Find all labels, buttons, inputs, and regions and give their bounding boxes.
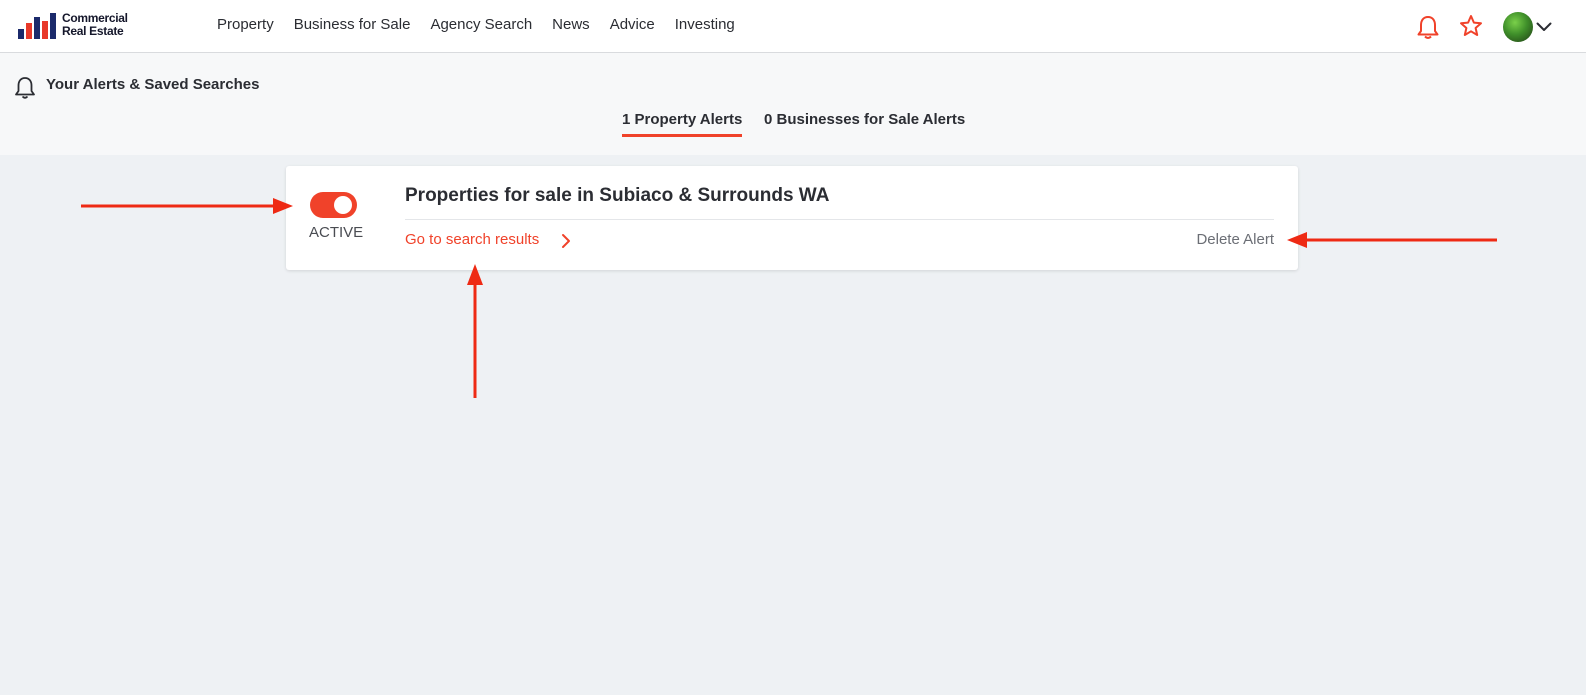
divider — [405, 219, 1274, 220]
nav-advice[interactable]: Advice — [610, 16, 655, 33]
go-to-search-results-link[interactable]: Go to search results — [405, 231, 539, 248]
delete-alert-button[interactable]: Delete Alert — [1196, 231, 1274, 248]
nav-property[interactable]: Property — [217, 16, 274, 33]
nav-investing[interactable]: Investing — [675, 16, 735, 33]
chevron-down-icon[interactable] — [1536, 20, 1552, 38]
alert-active-toggle[interactable] — [310, 192, 357, 218]
toggle-knob — [334, 196, 352, 214]
chevron-right-icon[interactable] — [561, 233, 571, 254]
annotation-arrow-delete — [1287, 232, 1497, 248]
nav-business-for-sale[interactable]: Business for Sale — [294, 16, 411, 33]
alert-card: ACTIVE Properties for sale in Subiaco & … — [286, 166, 1298, 270]
star-icon[interactable] — [1459, 14, 1483, 43]
alert-status-label: ACTIVE — [309, 224, 364, 241]
logo-icon — [18, 13, 56, 39]
logo[interactable]: Commercial Real Estate — [18, 11, 128, 39]
annotation-arrow-toggle — [81, 198, 293, 214]
annotation-arrow-search-link — [467, 264, 483, 398]
logo-text: Commercial Real Estate — [62, 12, 128, 38]
top-navigation: Commercial Real Estate Property Business… — [0, 0, 1586, 53]
alerts-header: Your Alerts & Saved Searches 1 Property … — [0, 53, 1586, 155]
alert-title: Properties for sale in Subiaco & Surroun… — [405, 185, 830, 206]
avatar[interactable] — [1503, 12, 1533, 42]
logo-line-2: Real Estate — [62, 24, 124, 38]
bell-icon — [13, 75, 37, 104]
nav-news[interactable]: News — [552, 16, 590, 33]
bell-icon[interactable] — [1416, 14, 1440, 45]
nav-agency-search[interactable]: Agency Search — [430, 16, 532, 33]
main-nav: Property Business for Sale Agency Search… — [217, 16, 735, 33]
tab-property-alerts[interactable]: 1 Property Alerts — [622, 111, 743, 137]
tab-business-alerts[interactable]: 0 Businesses for Sale Alerts — [764, 111, 965, 128]
page-title: Your Alerts & Saved Searches — [46, 76, 260, 93]
